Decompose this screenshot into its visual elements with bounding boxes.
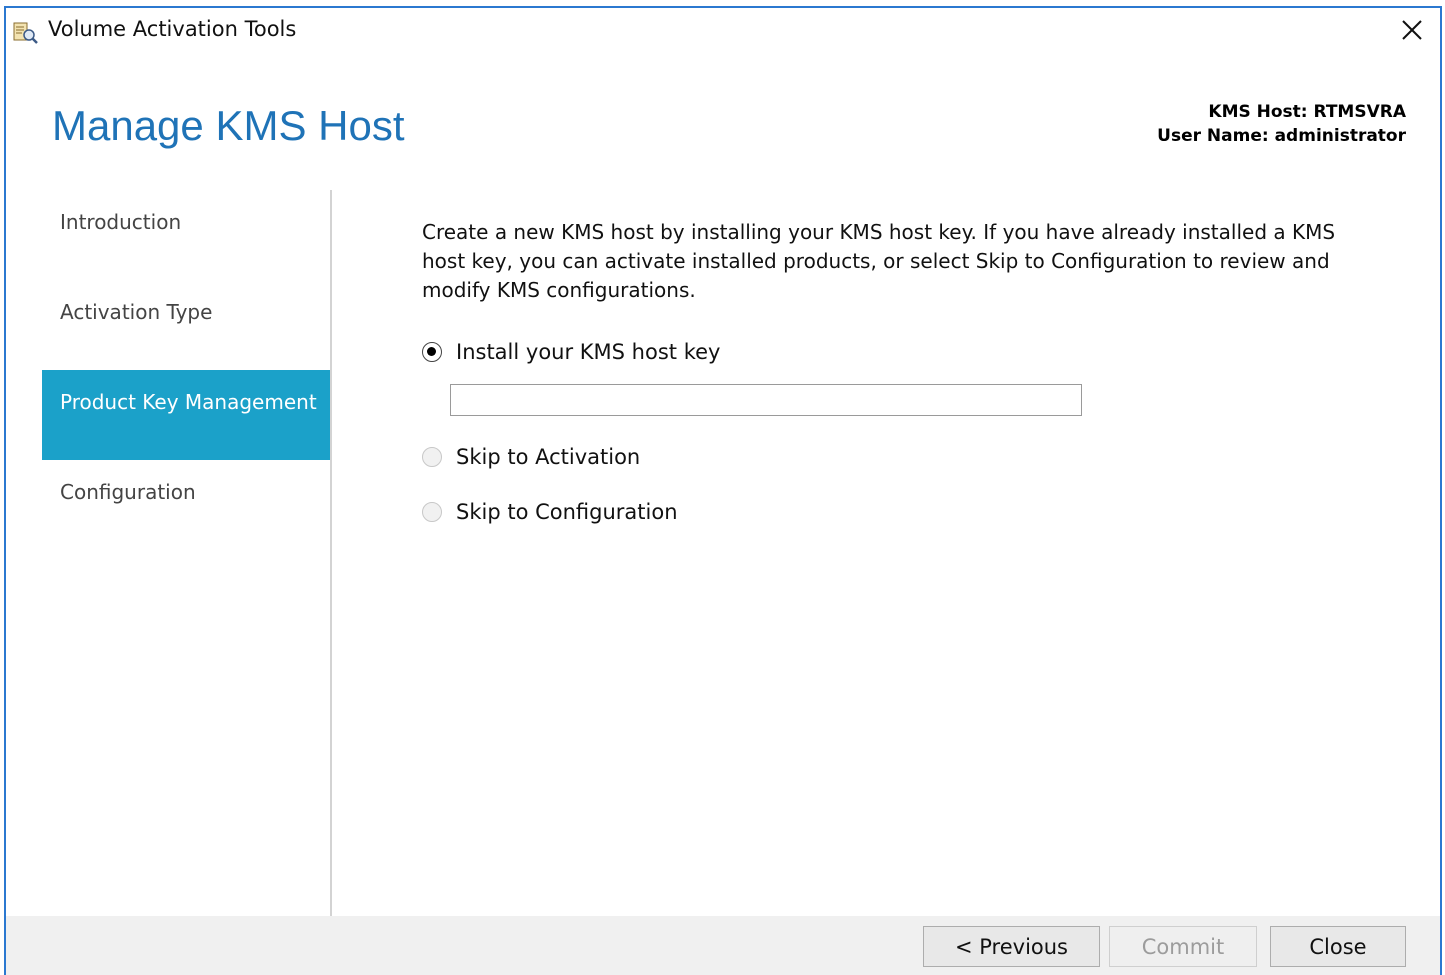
option-install-key[interactable]: Install your KMS host key [422, 340, 720, 364]
sidebar-item-configuration[interactable]: Configuration [42, 460, 330, 550]
skip-activation-label: Skip to Activation [456, 445, 641, 469]
host-info: KMS Host: RTMSVRA User Name: administrat… [1157, 100, 1406, 148]
kms-host-key-input[interactable] [450, 384, 1082, 416]
wizard-steps-sidebar: Introduction Activation Type Product Key… [42, 190, 330, 550]
skip-configuration-label: Skip to Configuration [456, 500, 678, 524]
description-text: Create a new KMS host by installing your… [422, 220, 1336, 302]
skip-configuration-radio[interactable] [422, 502, 442, 522]
close-icon[interactable] [1394, 14, 1430, 48]
option-skip-configuration[interactable]: Skip to Configuration [422, 500, 678, 524]
previous-button[interactable]: < Previous [923, 926, 1100, 967]
main-content: Create a new KMS host by installing your… [422, 218, 1382, 524]
kms-host-label: KMS Host: RTMSVRA [1208, 102, 1406, 122]
close-button[interactable]: Close [1270, 926, 1406, 967]
user-name-label: User Name: administrator [1157, 126, 1406, 146]
window-title: Volume Activation Tools [48, 17, 297, 41]
volume-activation-window: Volume Activation Tools Manage KMS Host … [4, 6, 1442, 975]
sidebar-item-activation-type[interactable]: Activation Type [42, 280, 330, 370]
commit-button[interactable]: Commit [1109, 926, 1257, 967]
footer-bar: < Previous Commit Close [6, 916, 1440, 975]
option-skip-activation[interactable]: Skip to Activation [422, 445, 640, 469]
install-key-label: Install your KMS host key [456, 340, 721, 364]
sidebar-divider [330, 190, 332, 918]
title-bar: Volume Activation Tools [6, 8, 1440, 52]
install-key-radio[interactable] [422, 342, 442, 362]
skip-activation-radio[interactable] [422, 447, 442, 467]
page-title: Manage KMS Host [52, 102, 405, 149]
volume-activation-icon [13, 22, 38, 44]
sidebar-item-product-key-management[interactable]: Product Key Management [42, 370, 330, 460]
sidebar-item-introduction[interactable]: Introduction [42, 190, 330, 280]
